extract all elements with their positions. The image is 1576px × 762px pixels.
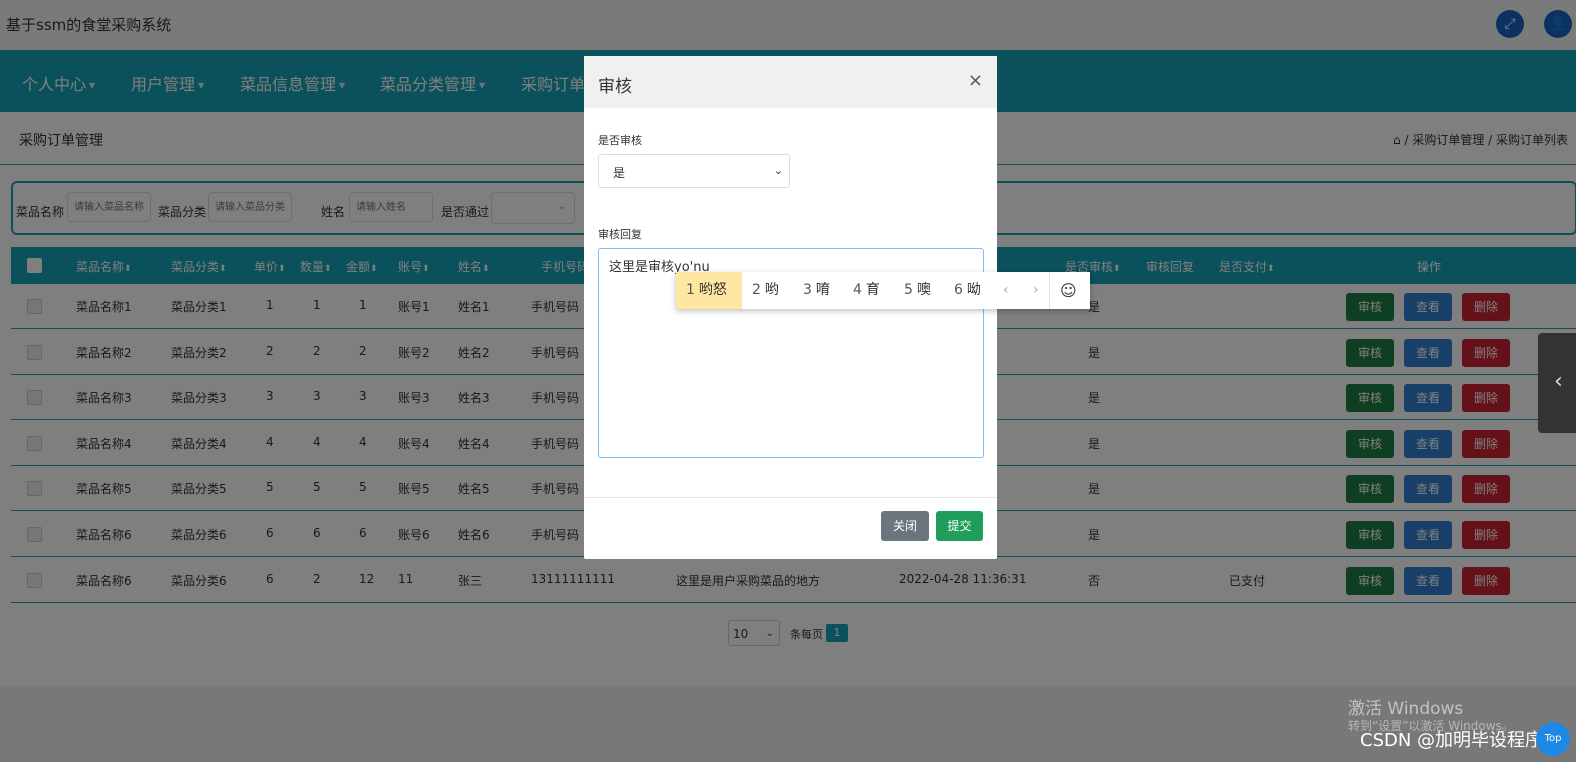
ime-divider [1049, 272, 1050, 309]
side-drawer-tab[interactable]: ‹ [1538, 333, 1576, 433]
audit-select[interactable]: 是 ⌄ [598, 154, 790, 188]
ime-prev-icon[interactable]: ‹ [1003, 272, 1009, 309]
emoji-icon[interactable]: ☺ [1060, 272, 1077, 309]
close-button[interactable]: 关闭 [881, 511, 929, 541]
chevron-left-icon: ‹ [1554, 369, 1563, 394]
back-to-top-button[interactable]: Top [1536, 722, 1570, 756]
modal-title: 审核 [598, 77, 632, 97]
ime-candidate-3[interactable]: 3唷 [803, 272, 830, 309]
close-icon[interactable]: × [968, 70, 983, 91]
windows-activation-watermark: 激活 Windows [1348, 699, 1464, 719]
audit-label: 是否审核 [598, 134, 642, 147]
ime-candidate-bar: 1 哟怒 2哟 3唷 4育 5噢 6呦 ‹ › ☺ [676, 272, 1090, 309]
ime-candidate-1[interactable]: 1 哟怒 [676, 272, 742, 309]
ime-next-icon[interactable]: › [1033, 272, 1039, 309]
modal-header: 审核 × [584, 56, 997, 108]
ime-candidate-5[interactable]: 5噢 [904, 272, 931, 309]
reply-label: 审核回复 [598, 228, 642, 241]
ime-candidate-6[interactable]: 6呦 [954, 272, 981, 309]
ime-candidate-4[interactable]: 4育 [853, 272, 880, 309]
csdn-watermark: CSDN @加明毕设程序 [1360, 730, 1544, 751]
ime-candidate-2[interactable]: 2哟 [752, 272, 779, 309]
chevron-down-icon: ⌄ [773, 164, 783, 177]
modal-footer: 关闭 提交 [584, 497, 997, 560]
submit-button[interactable]: 提交 [936, 511, 983, 541]
